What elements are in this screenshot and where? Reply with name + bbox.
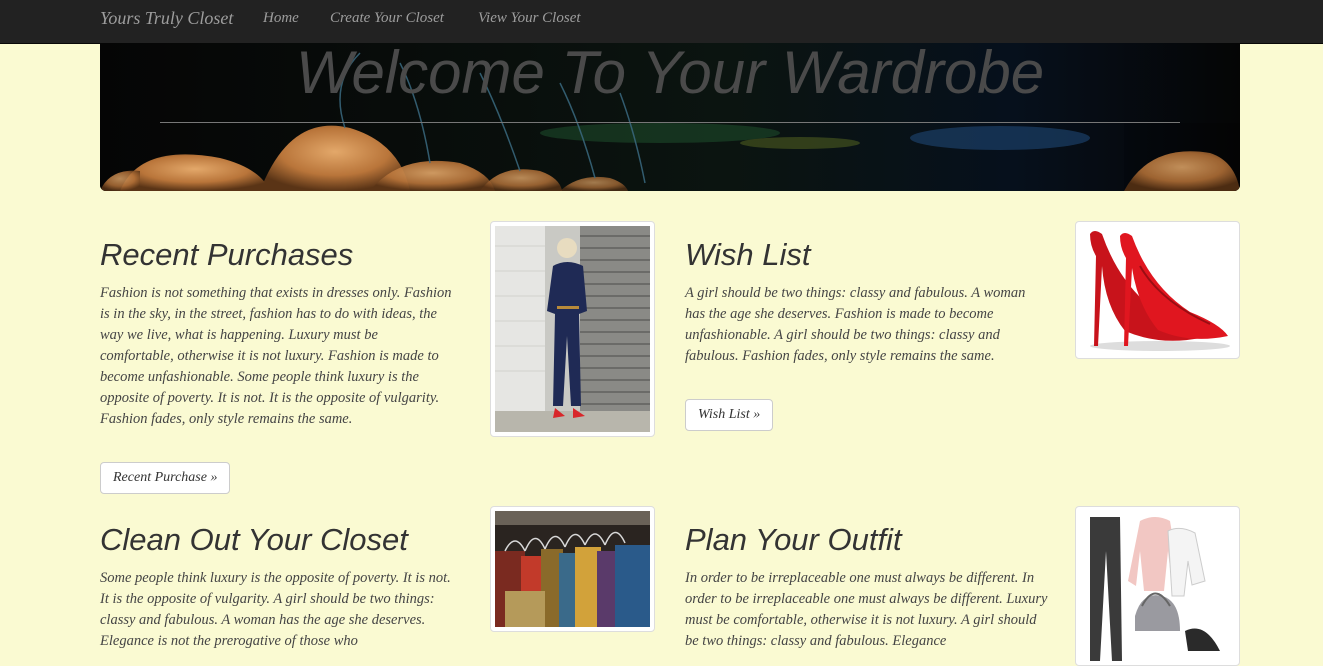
jumpsuit-photo xyxy=(495,226,650,432)
nav-home[interactable]: Home xyxy=(263,10,299,27)
recent-purchases-text: Fashion is not something that exists in … xyxy=(100,285,452,427)
wish-list-button[interactable]: Wish List » xyxy=(685,399,774,431)
hero-title: Welcome To Your Wardrobe xyxy=(295,43,1045,106)
clean-closet-thumbnail[interactable] xyxy=(490,506,655,632)
hero-banner: Welcome To Your Wardrobe xyxy=(100,43,1240,191)
plan-outfit-text: In order to be irreplaceable one must al… xyxy=(685,570,1048,649)
outfit-collage-photo xyxy=(1080,511,1235,661)
clean-closet-text: Some people think luxury is the opposite… xyxy=(100,570,451,649)
clothing-rack-photo xyxy=(495,511,650,627)
red-heels-photo xyxy=(1080,226,1235,354)
plan-outfit-title: Plan Your Outfit xyxy=(685,522,902,557)
top-navbar: Yours Truly Closet Home Create Your Clos… xyxy=(0,0,1323,44)
nav-create-closet[interactable]: Create Your Closet xyxy=(330,10,444,27)
recent-purchases-title: Recent Purchases xyxy=(100,237,354,272)
brand-link[interactable]: Yours Truly Closet xyxy=(100,8,233,29)
plan-outfit-thumbnail[interactable] xyxy=(1075,506,1240,666)
recent-purchase-thumbnail[interactable] xyxy=(490,221,655,437)
hero-divider xyxy=(160,122,1180,123)
wish-list-text: A girl should be two things: classy and … xyxy=(685,285,1026,364)
recent-purchase-button[interactable]: Recent Purchase » xyxy=(100,462,231,494)
wish-list-title: Wish List xyxy=(685,237,811,272)
wish-list-thumbnail[interactable] xyxy=(1075,221,1240,359)
clean-closet-title: Clean Out Your Closet xyxy=(100,522,408,557)
nav-view-closet[interactable]: View Your Closet xyxy=(478,10,581,27)
